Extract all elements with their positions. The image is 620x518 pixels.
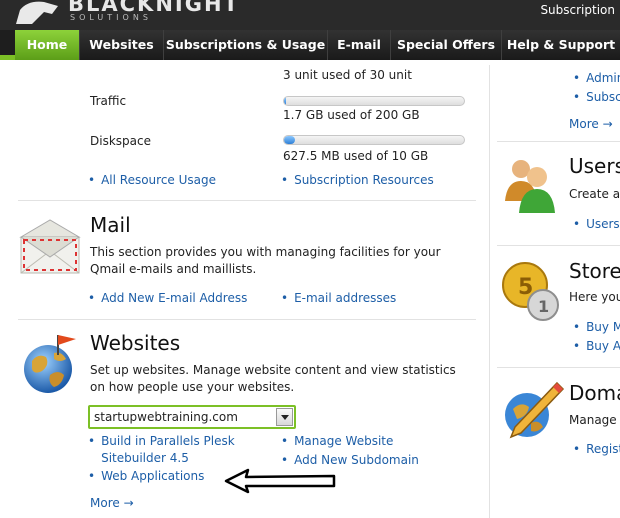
subscription-link[interactable]: Subscription <box>540 3 615 17</box>
mail-description: This section provides you with managing … <box>90 245 441 276</box>
tab-subscriptions-usage[interactable]: Subscriptions & Usage <box>163 30 327 60</box>
add-new-subdomain-link[interactable]: • Add New Subdomain <box>281 453 419 467</box>
tab-special-offers[interactable]: Special Offers <box>390 30 501 60</box>
coins-icon: 5 1 <box>502 262 559 321</box>
svg-text:1: 1 <box>538 297 549 316</box>
sitebuilder-link[interactable]: • Build in Parallels Plesk Sitebuilder 4.… <box>88 433 251 467</box>
mail-envelope-icon <box>19 219 81 274</box>
sidebar-divider <box>497 141 620 142</box>
column-divider <box>489 65 490 518</box>
diskspace-bar-fill <box>284 136 295 144</box>
main-nav: Home Websites Subscriptions & Usage E-ma… <box>0 30 620 60</box>
websites-more-link[interactable]: More → <box>90 496 134 510</box>
sidebar-subscriptions-link[interactable]: •Subscr <box>573 90 620 104</box>
websites-description: Set up websites. Manage website content … <box>90 363 456 394</box>
content-area: 3 unit used of 30 unit Traffic 1.7 GB us… <box>0 65 620 518</box>
diskspace-label: Diskspace <box>90 134 151 148</box>
manage-website-link[interactable]: • Manage Website <box>281 434 393 448</box>
users-link[interactable]: • Users <box>573 217 620 231</box>
buy-additional-link[interactable]: •Buy Ad <box>573 339 620 353</box>
users-title: Users <box>569 154 620 178</box>
subscription-resources-link[interactable]: • Subscription Resources <box>281 173 434 187</box>
store-title: Store <box>569 259 620 283</box>
all-resource-usage-link[interactable]: • All Resource Usage <box>88 173 216 187</box>
sidebar-admins-link[interactable]: •Admins <box>573 71 620 85</box>
domain-select-value: startupwebtraining.com <box>94 410 238 424</box>
websites-title: Websites <box>90 331 181 355</box>
units-usage-value: 3 unit used of 30 unit <box>283 68 412 82</box>
diskspace-value: 627.5 MB used of 10 GB <box>283 149 429 163</box>
tab-home[interactable]: Home <box>15 30 79 60</box>
sidebar-divider <box>497 367 620 368</box>
globe-pencil-icon <box>505 381 565 439</box>
web-applications-link[interactable]: • Web Applications <box>88 469 204 483</box>
register-domain-link[interactable]: •Registe <box>573 442 620 456</box>
diskspace-bar <box>283 135 465 145</box>
annotation-arrow-icon <box>224 468 336 494</box>
buy-more-link[interactable]: •Buy Mo <box>573 320 620 334</box>
sidebar-divider <box>497 245 620 246</box>
domain-select[interactable]: startupwebtraining.com <box>88 405 296 429</box>
traffic-bar-fill <box>284 97 286 105</box>
tab-websites[interactable]: Websites <box>79 30 163 60</box>
tab-email[interactable]: E-mail <box>327 30 390 60</box>
email-addresses-link[interactable]: • E-mail addresses <box>281 291 396 305</box>
users-icon <box>505 160 555 213</box>
store-description: Here you <box>569 290 620 304</box>
chevron-down-icon[interactable] <box>276 408 293 426</box>
mail-title: Mail <box>90 213 131 237</box>
brand-tagline: SOLUTIONS <box>70 13 152 22</box>
traffic-label: Traffic <box>90 94 127 108</box>
top-bar: BLACKNIGHT SOLUTIONS Subscription <box>0 0 620 30</box>
domains-title: Doma <box>569 381 620 405</box>
sidebar-more-link[interactable]: More → <box>569 117 613 131</box>
users-description: Create an <box>569 187 620 201</box>
add-new-email-link[interactable]: • Add New E-mail Address <box>88 291 247 305</box>
traffic-value: 1.7 GB used of 200 GB <box>283 108 420 122</box>
sidebar-column: •Admins •Subscr More → Users Create an •… <box>497 65 620 518</box>
tab-help-support[interactable]: Help & Support <box>501 30 620 60</box>
section-divider <box>18 200 476 201</box>
globe-flag-icon <box>24 335 76 393</box>
blacknight-logo-icon <box>16 1 58 24</box>
domains-description: Manage y <box>569 413 620 427</box>
main-column: 3 unit used of 30 unit Traffic 1.7 GB us… <box>18 65 476 518</box>
section-divider <box>18 319 476 320</box>
traffic-bar <box>283 96 465 106</box>
